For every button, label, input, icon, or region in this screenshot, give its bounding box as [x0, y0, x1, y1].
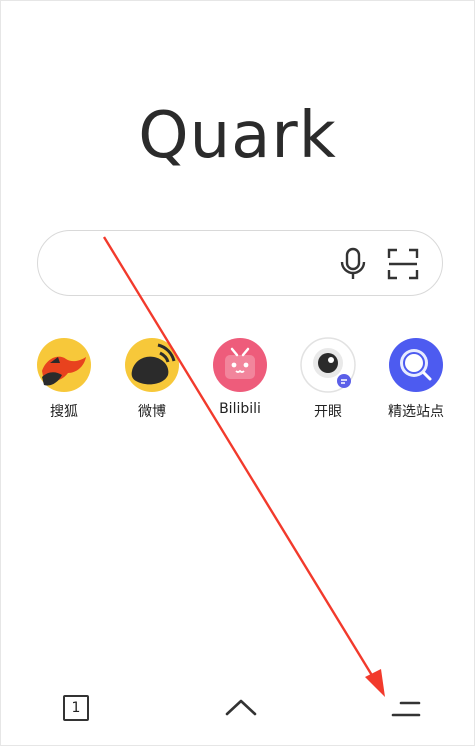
- eye-icon: [300, 337, 356, 393]
- site-label: Bilibili: [219, 401, 261, 417]
- menu-icon[interactable]: [389, 695, 423, 723]
- scan-icon[interactable]: [386, 247, 420, 281]
- bottom-toolbar: 1: [1, 685, 474, 745]
- featured-sites-icon: [389, 338, 443, 392]
- site-weibo[interactable]: 微博: [107, 337, 197, 421]
- microphone-icon[interactable]: [338, 247, 368, 281]
- search-bar[interactable]: [37, 230, 443, 296]
- site-featured[interactable]: 精选站点: [371, 337, 461, 421]
- site-label: 精选站点: [388, 404, 444, 420]
- quick-sites-grid: 搜狐 微博 Bilibili 开眼 精选站点: [1, 337, 475, 427]
- site-kaiyan[interactable]: 开眼: [283, 337, 373, 421]
- site-label: 微博: [138, 404, 166, 420]
- quark-logo: Quark: [138, 99, 337, 173]
- tabs-button[interactable]: 1: [63, 695, 93, 725]
- site-label: 搜狐: [50, 404, 78, 420]
- search-input[interactable]: [60, 245, 334, 283]
- weibo-icon: [125, 338, 179, 392]
- bilibili-tv-icon: [213, 338, 267, 392]
- site-label: 开眼: [314, 404, 342, 420]
- chevron-up-icon[interactable]: [224, 697, 258, 717]
- sohu-fox-icon: [37, 338, 91, 392]
- site-sohu[interactable]: 搜狐: [19, 337, 109, 421]
- site-bilibili[interactable]: Bilibili: [195, 337, 285, 417]
- tab-count: 1: [63, 695, 89, 721]
